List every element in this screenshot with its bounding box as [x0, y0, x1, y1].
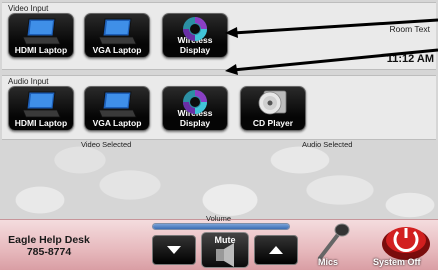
wireless-display-icon — [183, 17, 207, 41]
volume-up-button[interactable] — [254, 235, 298, 265]
mute-label: Mute — [214, 235, 236, 245]
volume-down-button[interactable] — [152, 235, 196, 265]
volume-slider[interactable] — [152, 223, 290, 230]
mics-label: Mics — [318, 257, 339, 267]
audio-hdmi-laptop-button[interactable]: HDMI Laptop — [8, 86, 74, 131]
help-desk-phone: 785-8774 — [26, 246, 72, 258]
room-text: Room Text — [389, 24, 430, 34]
volume-label: Volume — [206, 214, 232, 223]
video-input-title: Video Input — [8, 4, 49, 13]
audio-vga-laptop-button[interactable]: VGA Laptop — [84, 86, 150, 131]
video-vga-laptop-button[interactable]: VGA Laptop — [84, 13, 150, 58]
laptop-icon — [22, 91, 61, 118]
speaker-icon — [216, 243, 234, 267]
video-selected-status: Video Selected — [81, 140, 132, 149]
audio-wireless-display-button[interactable]: Wireless Display — [162, 86, 228, 131]
audio-input-title: Audio Input — [8, 77, 49, 86]
microphone-icon — [318, 223, 350, 260]
laptop-icon — [22, 18, 61, 45]
video-wireless-display-button[interactable]: Wireless Display — [162, 13, 228, 58]
triangle-up-icon — [269, 246, 283, 254]
clock: 11:12 AM — [386, 53, 434, 65]
help-desk-name: Eagle Help Desk — [8, 234, 90, 246]
laptop-icon — [98, 18, 137, 45]
audio-cd-player-button[interactable]: CD Player — [240, 86, 306, 131]
triangle-down-icon — [167, 246, 181, 254]
system-off-button[interactable]: System Off — [370, 222, 436, 270]
cd-icon — [258, 90, 287, 115]
wireless-label-line2: Display — [179, 45, 211, 55]
video-hdmi-laptop-button[interactable]: HDMI Laptop — [8, 13, 74, 58]
volume-level-fill — [153, 224, 289, 229]
laptop-icon — [98, 91, 137, 118]
audio-selected-status: Audio Selected — [302, 140, 353, 149]
help-desk-info: Eagle Help Desk 785-8774 — [8, 234, 90, 258]
wireless-label-line2: Display — [179, 118, 211, 128]
mute-button[interactable]: Mute — [201, 232, 249, 268]
audio-cd-player-label: CD Player — [252, 118, 294, 128]
wireless-display-icon — [183, 90, 207, 114]
mics-button[interactable]: Mics — [302, 222, 358, 270]
system-off-label: System Off — [373, 257, 421, 267]
